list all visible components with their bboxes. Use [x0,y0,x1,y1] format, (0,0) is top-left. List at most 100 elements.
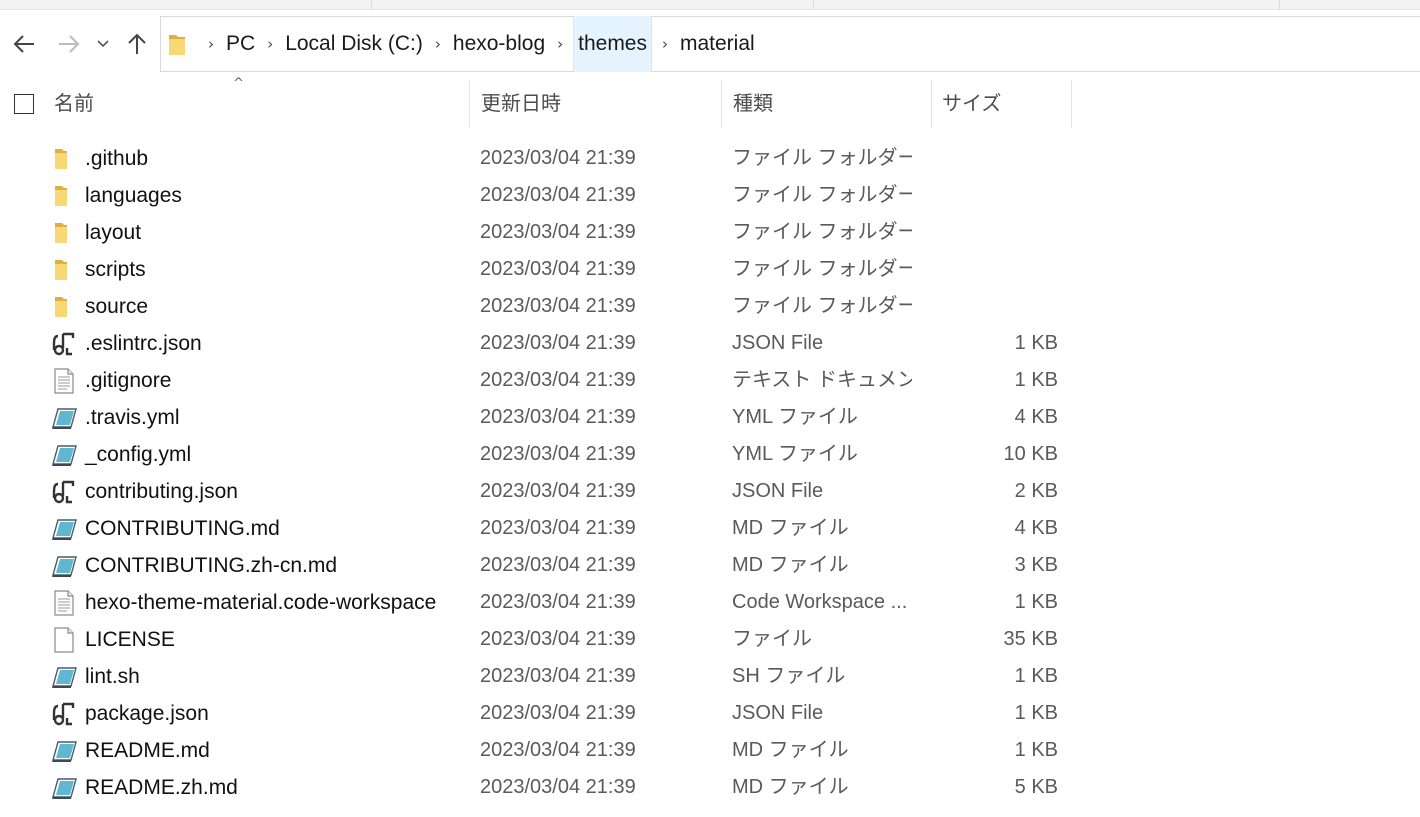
breadcrumb-material[interactable]: material [678,16,757,72]
json-file-icon [50,330,78,358]
chevron-right-icon[interactable]: › [257,35,283,53]
file-type: ファイル フォルダー [732,147,912,169]
chevron-right-icon[interactable]: › [547,35,573,53]
back-button[interactable] [12,32,36,56]
text-file-icon [50,589,78,617]
folder-icon [50,293,78,321]
file-modified-date: 2023/03/04 21:39 [480,221,636,243]
file-row[interactable]: languages 2023/03/04 21:39 ファイル フォルダー [0,177,1420,214]
text-file-icon [50,367,78,395]
file-size: 1 KB [1014,591,1058,613]
recent-locations-button[interactable] [93,32,113,56]
file-type: JSON File [732,480,824,502]
file-type: ファイル [732,628,812,650]
breadcrumb-pc[interactable]: PC [224,16,257,72]
breadcrumb-local-disk[interactable]: Local Disk (C:) [283,16,425,72]
title-strip [0,0,1420,10]
file-name: source [85,295,149,318]
file-type: ファイル フォルダー [732,295,912,317]
file-row[interactable]: README.zh.md 2023/03/04 21:39 MD ファイル 5 KB [0,769,1420,806]
breadcrumb-hexo-blog[interactable]: hexo-blog [451,16,547,72]
file-modified-date: 2023/03/04 21:39 [480,665,636,687]
file-row[interactable]: README.md 2023/03/04 21:39 MD ファイル 1 KB [0,732,1420,769]
editor-file-icon [50,441,78,469]
file-type: SH ファイル [732,665,846,687]
file-row[interactable]: LICENSE 2023/03/04 21:39 ファイル 35 KB [0,621,1420,658]
file-row[interactable]: CONTRIBUTING.md 2023/03/04 21:39 MD ファイル 4 … [0,510,1420,547]
editor-file-icon [50,552,78,580]
file-modified-date: 2023/03/04 21:39 [480,702,636,724]
column-header-type[interactable]: 種類 [733,80,773,128]
address-bar[interactable]: › PC › Local Disk (C:) › hexo-blog › the… [160,16,1420,72]
file-row[interactable]: scripts 2023/03/04 21:39 ファイル フォルダー [0,251,1420,288]
file-size: 3 KB [1014,554,1058,576]
file-row[interactable]: .travis.yml 2023/03/04 21:39 YML ファイル 4 KB [0,399,1420,436]
chevron-right-icon: › [208,35,214,53]
file-modified-date: 2023/03/04 21:39 [480,295,636,317]
file-row[interactable]: contributing.json 2023/03/04 21:39 JSON Fi… [0,473,1420,510]
file-row[interactable]: _config.yml 2023/03/04 21:39 YML ファイル 10 KB [0,436,1420,473]
breadcrumb-themes[interactable]: themes [573,16,652,72]
file-modified-date: 2023/03/04 21:39 [480,258,636,280]
json-file-icon [50,478,78,506]
file-row[interactable]: lint.sh 2023/03/04 21:39 SH ファイル 1 KB [0,658,1420,695]
file-size: 1 KB [1014,369,1058,391]
file-size: 35 KB [1003,628,1058,650]
column-header-size[interactable]: サイズ [942,80,1001,128]
file-name: LICENSE [85,628,175,651]
file-type: ファイル フォルダー [732,258,912,280]
file-size: 10 KB [1003,443,1058,465]
file-row[interactable]: package.json 2023/03/04 21:39 JSON File 1 K… [0,695,1420,732]
file-size: 1 KB [1014,332,1058,354]
file-size: 4 KB [1014,406,1058,428]
chevron-right-icon[interactable]: › [652,35,678,53]
file-type: Code Workspace ... [732,591,908,613]
up-button[interactable] [125,32,149,56]
chevron-down-icon [97,40,109,48]
file-name: scripts [85,258,146,281]
file-size: 1 KB [1014,665,1058,687]
file-type: YML ファイル [732,406,858,428]
file-name: languages [85,184,182,207]
column-divider[interactable] [1071,80,1072,128]
file-name: CONTRIBUTING.md [85,517,280,540]
sort-ascending-icon: ^ [233,76,244,91]
file-modified-date: 2023/03/04 21:39 [480,406,636,428]
file-row[interactable]: CONTRIBUTING.zh-cn.md 2023/03/04 21:39 MD … [0,547,1420,584]
file-size: 2 KB [1014,480,1058,502]
file-modified-date: 2023/03/04 21:39 [480,776,636,798]
file-size: 1 KB [1014,739,1058,761]
file-name: .gitignore [85,369,172,392]
file-list: .github 2023/03/04 21:39 ファイル フォルダー languag… [0,140,1420,806]
navigation-bar: › PC › Local Disk (C:) › hexo-blog › the… [0,16,1420,72]
file-row[interactable]: source 2023/03/04 21:39 ファイル フォルダー [0,288,1420,325]
file-name: .github [85,147,149,170]
editor-file-icon [50,774,78,802]
chevron-right-icon[interactable]: › [425,35,451,53]
file-modified-date: 2023/03/04 21:39 [480,739,636,761]
file-name: contributing.json [85,480,238,503]
column-header-date[interactable]: 更新日時 [481,80,561,128]
file-type: MD ファイル [732,776,849,798]
file-type: YML ファイル [732,443,858,465]
file-type: MD ファイル [732,517,849,539]
file-type: ファイル フォルダー [732,184,912,206]
file-row[interactable]: layout 2023/03/04 21:39 ファイル フォルダー [0,214,1420,251]
file-modified-date: 2023/03/04 21:39 [480,554,636,576]
file-modified-date: 2023/03/04 21:39 [480,443,636,465]
column-divider[interactable] [931,80,932,128]
select-all-checkbox[interactable] [14,94,34,114]
file-name: _config.yml [85,443,192,466]
folder-icon [169,35,185,55]
column-divider[interactable] [469,80,470,128]
file-type: MD ファイル [732,739,849,761]
column-divider[interactable] [721,80,722,128]
column-header-name[interactable]: 名前 [54,80,94,128]
file-row[interactable]: hexo-theme-material.code-workspace 2023/0… [0,584,1420,621]
file-row[interactable]: .github 2023/03/04 21:39 ファイル フォルダー [0,140,1420,177]
file-row[interactable]: .gitignore 2023/03/04 21:39 テキスト ドキュメント 1 K… [0,362,1420,399]
file-row[interactable]: .eslintrc.json 2023/03/04 21:39 JSON File 1… [0,325,1420,362]
file-modified-date: 2023/03/04 21:39 [480,480,636,502]
file-size: 5 KB [1014,776,1058,798]
forward-button[interactable] [57,32,81,56]
